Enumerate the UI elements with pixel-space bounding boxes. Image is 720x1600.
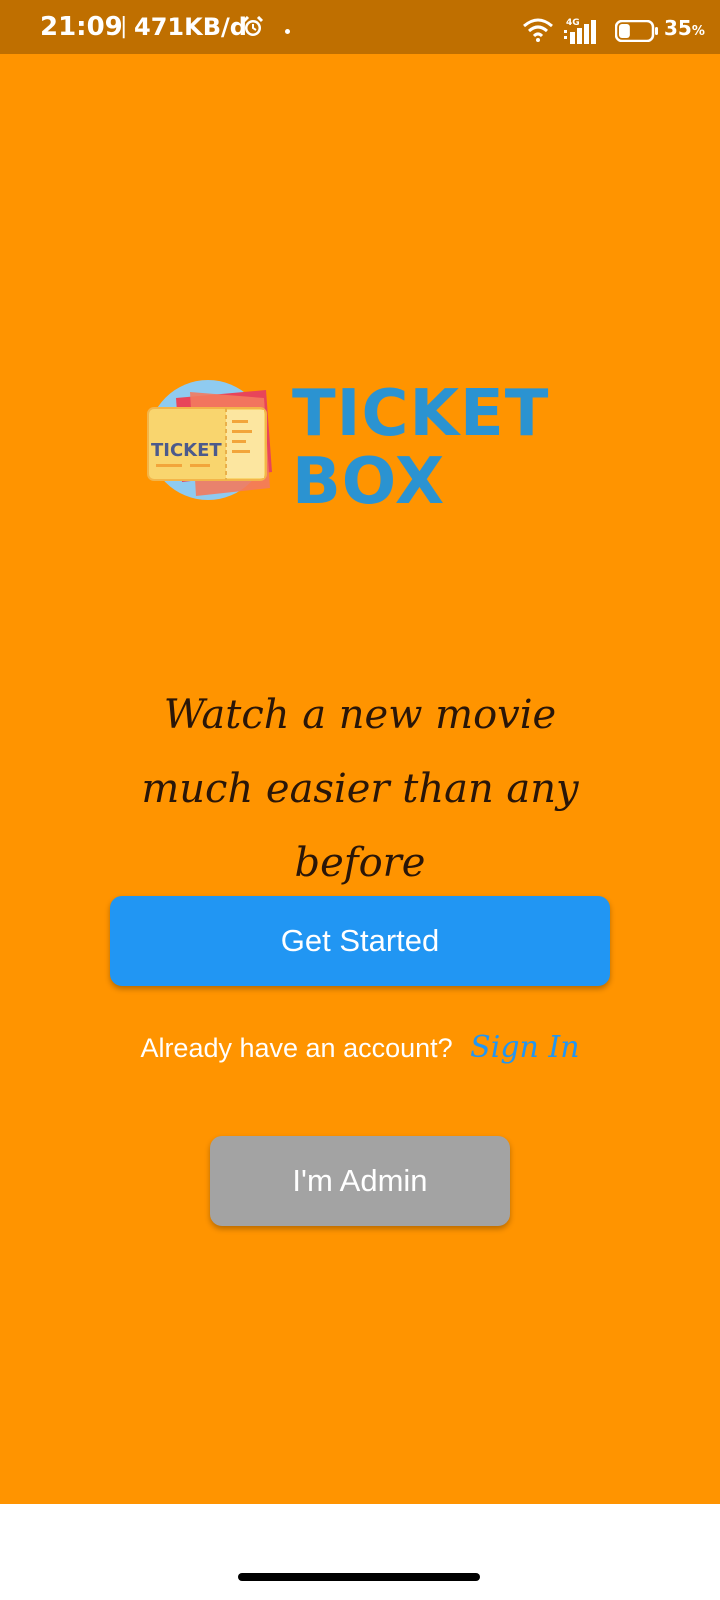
app-title: TICKET BOX [292,380,572,516]
app-title-line1: TICKET [292,377,550,451]
navigation-bar [0,1504,720,1600]
sign-in-link[interactable]: Sign In [470,1030,579,1065]
app-title-line2: BOX [292,445,446,519]
battery-icon [614,19,659,47]
dot-icon [285,29,290,34]
signin-row: Already have an account? Sign In [0,1030,720,1065]
ticket-icon: TICKET [147,380,272,500]
status-time: 21:09 [40,12,123,42]
wifi-icon [522,18,554,47]
alarm-icon [242,15,264,43]
signin-prompt: Already have an account? [140,1033,453,1063]
status-separator: | [120,14,128,39]
ticket-badge-text: TICKET [151,440,222,461]
status-net-speed: 471KB/d [134,13,247,41]
get-started-button[interactable]: Get Started [110,896,610,986]
status-bar: 21:09 | 471KB/d 4G 35% [0,0,720,54]
tagline: Watch a new movie much easier than any b… [141,692,579,886]
admin-button[interactable]: I'm Admin [210,1136,510,1226]
battery-percent: 35% [664,16,705,40]
signal-icon [564,16,596,49]
home-indicator[interactable] [238,1573,480,1581]
